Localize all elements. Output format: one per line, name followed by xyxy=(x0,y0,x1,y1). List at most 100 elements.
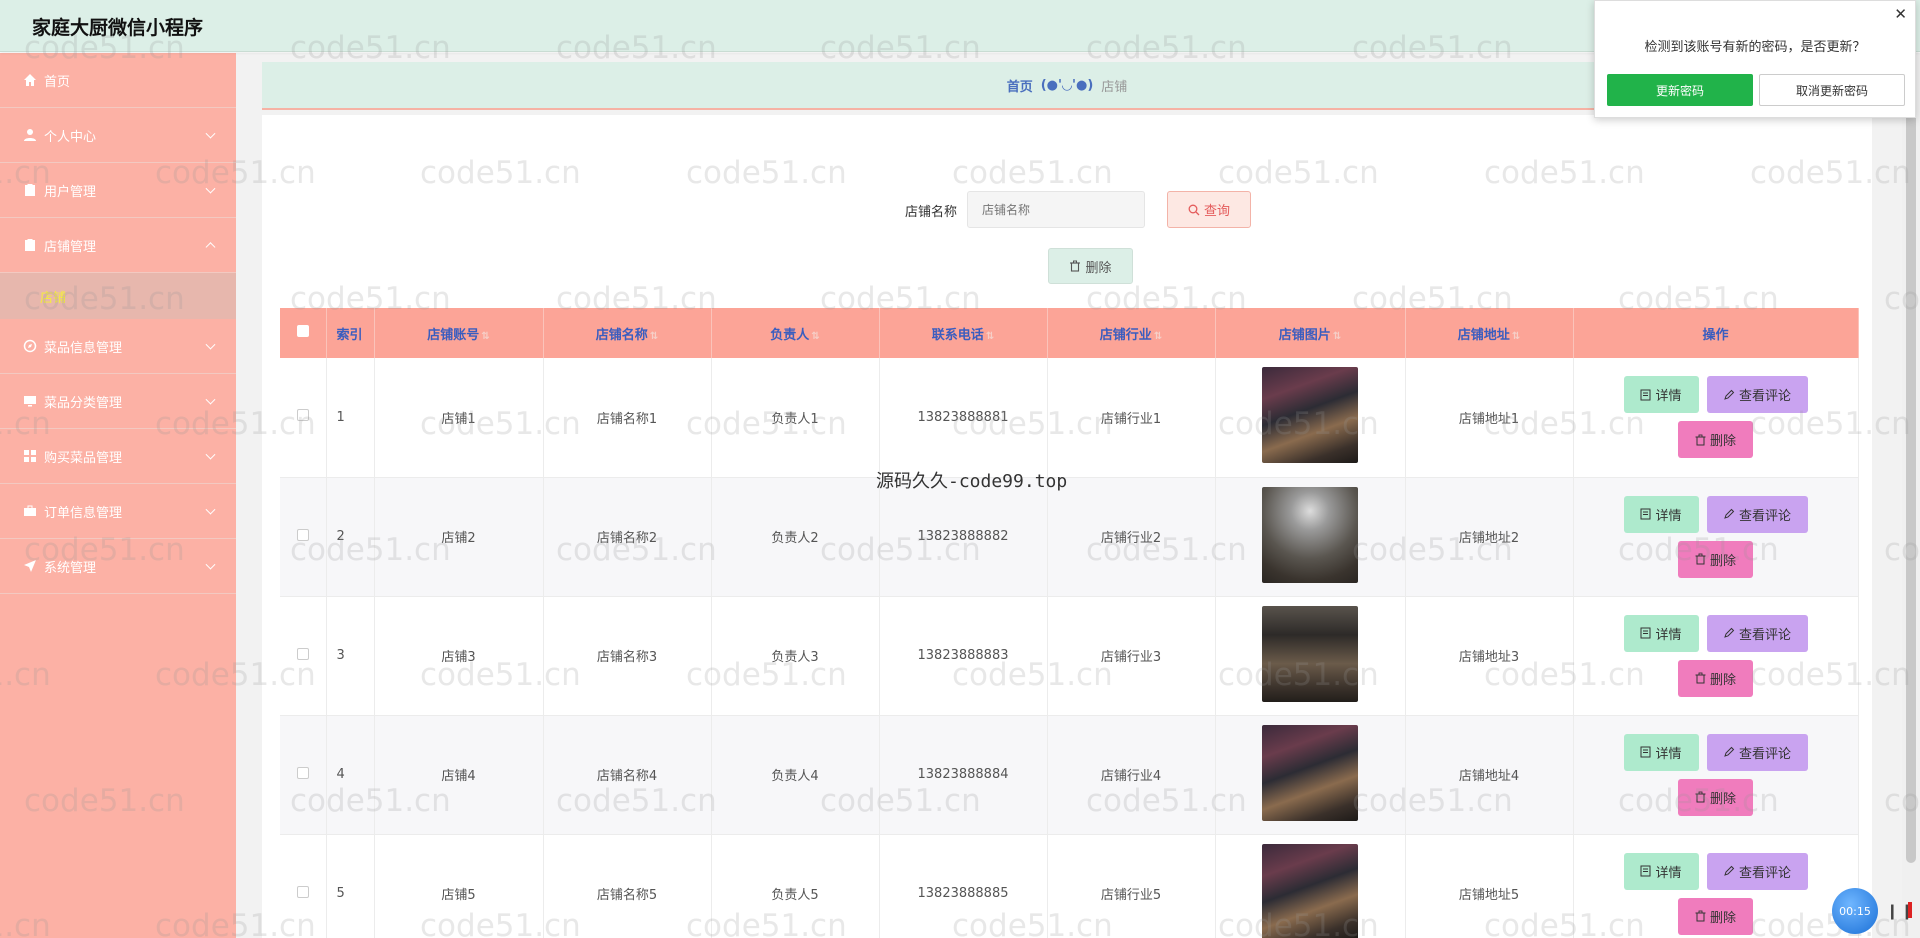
col-industry[interactable]: 店铺行业 ⇅ xyxy=(1047,308,1216,358)
search-icon xyxy=(1188,204,1200,215)
sort-icon[interactable]: ⇅ xyxy=(481,331,489,342)
shop-image[interactable] xyxy=(1262,605,1358,702)
update-password-button[interactable]: 更新密码 xyxy=(1607,74,1753,106)
sidebar-item-system[interactable]: 系统管理 xyxy=(0,539,236,594)
row-select-cell[interactable] xyxy=(280,834,327,938)
view-comments-button[interactable]: 查看评论 xyxy=(1706,614,1808,652)
content-panel: 店铺名称 查询 删除 索引 店铺账号⇅ 店铺名称⇅ 负责人⇅ xyxy=(262,115,1872,938)
chevron-down-icon xyxy=(205,339,216,350)
cell-index: 2 xyxy=(326,477,375,597)
row-checkbox[interactable] xyxy=(296,885,309,898)
col-name[interactable]: 店铺名称 ⇅ xyxy=(543,308,712,358)
sort-icon[interactable]: ⇅ xyxy=(811,331,819,342)
select-all-cell[interactable] xyxy=(280,308,327,358)
col-owner[interactable]: 负责人 ⇅ xyxy=(711,308,880,358)
shop-image[interactable] xyxy=(1262,843,1358,938)
edit-icon xyxy=(1724,865,1735,876)
password-update-dialog: ✕ 检测到该账号有新的密码，是否更新？ 更新密码 取消更新密码 xyxy=(1594,0,1916,118)
page-scrollbar[interactable] xyxy=(1902,53,1920,938)
row-select-cell[interactable] xyxy=(280,715,327,835)
chevron-down-icon xyxy=(205,449,216,460)
table-row: 4 店铺4 店铺名称4 负责人4 13823888884 店铺行业4 店铺地址4 详情 查看评论… xyxy=(280,715,1859,835)
select-all-checkbox[interactable] xyxy=(296,325,309,337)
cell-phone: 13823888884 xyxy=(879,715,1048,835)
chevron-down-icon xyxy=(205,394,216,405)
document-icon xyxy=(1640,865,1651,877)
cell-industry: 店铺行业5 xyxy=(1047,834,1216,938)
delete-label: 删除 xyxy=(1709,672,1736,688)
col-phone[interactable]: 联系电话 ⇅ xyxy=(879,308,1048,358)
sidebar-item-label: 订单信息管理 xyxy=(44,505,123,521)
cell-account: 店铺2 xyxy=(374,477,544,597)
sort-icon[interactable]: ⇅ xyxy=(1512,331,1520,342)
col-actions: 操作 xyxy=(1573,308,1859,358)
search-input[interactable] xyxy=(967,191,1145,228)
row-checkbox[interactable] xyxy=(296,647,309,660)
row-checkbox[interactable] xyxy=(296,766,309,779)
row-checkbox[interactable] xyxy=(296,409,309,422)
detail-button[interactable]: 详情 xyxy=(1623,852,1699,890)
center-watermark: 源码久久-code99.top xyxy=(876,471,1068,492)
trash-icon xyxy=(1695,434,1706,446)
shop-image[interactable] xyxy=(1262,724,1358,821)
col-address[interactable]: 店铺地址 ⇅ xyxy=(1405,308,1574,358)
search-label: 店铺名称 xyxy=(905,205,958,220)
detail-button[interactable]: 详情 xyxy=(1623,614,1699,652)
col-image[interactable]: 店铺图片 ⇅ xyxy=(1215,308,1406,358)
view-comments-button[interactable]: 查看评论 xyxy=(1706,852,1808,890)
row-select-cell[interactable] xyxy=(280,596,327,716)
view-comments-button[interactable]: 查看评论 xyxy=(1706,733,1808,771)
row-actions-top: 详情 查看评论 xyxy=(1623,376,1808,414)
sidebar-item-categories[interactable]: 菜品分类管理 xyxy=(0,374,236,429)
chevron-down-icon xyxy=(205,128,216,139)
detail-button[interactable]: 详情 xyxy=(1623,376,1699,414)
cell-name: 店铺名称2 xyxy=(543,477,712,597)
cell-actions: 详情 查看评论删除 xyxy=(1573,834,1859,938)
sidebar-item-dishes[interactable]: 菜品信息管理 xyxy=(0,319,236,374)
delete-button[interactable]: 删除 xyxy=(1678,540,1753,578)
cell-address: 店铺地址4 xyxy=(1405,715,1574,835)
row-select-cell[interactable] xyxy=(280,477,327,597)
delete-button[interactable]: 删除 xyxy=(1678,778,1753,816)
view-comments-button[interactable]: 查看评论 xyxy=(1706,495,1808,533)
cell-name: 店铺名称1 xyxy=(543,358,712,478)
monitor-icon xyxy=(22,393,38,409)
sidebar-item-home[interactable]: 首页 xyxy=(0,53,236,108)
document-icon xyxy=(1640,627,1651,639)
sidebar-item-shops[interactable]: 店铺管理 xyxy=(0,218,236,273)
sort-icon[interactable]: ⇅ xyxy=(650,331,658,342)
detail-label: 详情 xyxy=(1655,865,1682,881)
scrollbar-thumb[interactable] xyxy=(1906,73,1916,863)
sidebar-subitem-shop[interactable]: 店铺 xyxy=(0,273,236,319)
delete-button[interactable]: 删除 xyxy=(1678,421,1753,459)
row-select-cell[interactable] xyxy=(280,358,327,478)
delete-button[interactable]: 删除 xyxy=(1678,659,1753,697)
delete-button[interactable]: 删除 xyxy=(1678,897,1753,935)
shop-image[interactable] xyxy=(1262,486,1358,583)
edit-icon xyxy=(1724,627,1735,638)
cell-owner: 负责人2 xyxy=(711,477,880,597)
sidebar-item-orders[interactable]: 订单信息管理 xyxy=(0,484,236,539)
breadcrumb-home[interactable]: 首页 xyxy=(1007,76,1033,95)
recording-timer[interactable]: 00:15 xyxy=(1832,888,1878,934)
detail-button[interactable]: 详情 xyxy=(1623,733,1699,771)
sidebar-item-purchases[interactable]: 购买菜品管理 xyxy=(0,429,236,484)
close-icon[interactable]: ✕ xyxy=(1894,5,1907,23)
sort-icon[interactable]: ⇅ xyxy=(986,331,994,342)
col-account[interactable]: 店铺账号 ⇅ xyxy=(374,308,544,358)
detail-label: 详情 xyxy=(1655,389,1682,405)
cancel-update-button[interactable]: 取消更新密码 xyxy=(1759,74,1905,106)
sidebar-item-personal[interactable]: 个人中心 xyxy=(0,108,236,163)
sort-icon[interactable]: ⇅ xyxy=(1333,331,1341,342)
compass-icon xyxy=(22,338,38,354)
row-actions: 详情 查看评论删除 xyxy=(1574,495,1858,578)
shop-image[interactable] xyxy=(1262,367,1358,464)
batch-delete-button[interactable]: 删除 xyxy=(1048,248,1133,284)
search-button[interactable]: 查询 xyxy=(1167,191,1251,228)
sort-icon[interactable]: ⇅ xyxy=(1154,331,1162,342)
detail-button[interactable]: 详情 xyxy=(1623,495,1699,533)
row-checkbox[interactable] xyxy=(296,528,309,541)
view-comments-button[interactable]: 查看评论 xyxy=(1706,376,1808,414)
table-row: 1 店铺1 店铺名称1 负责人1 13823888881 店铺行业1 店铺地址1 详情 查看评论… xyxy=(280,358,1859,478)
sidebar-item-users[interactable]: 用户管理 xyxy=(0,163,236,218)
